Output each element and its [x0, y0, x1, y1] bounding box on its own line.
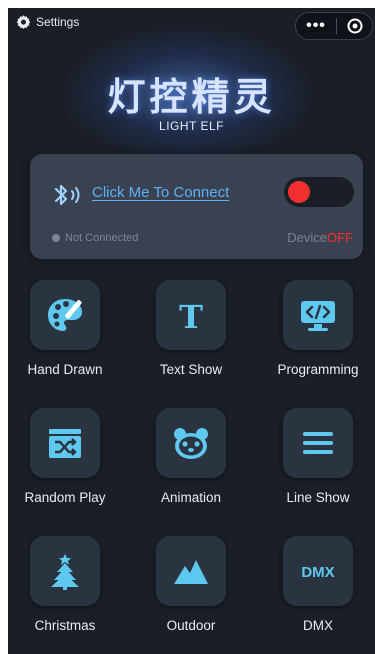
tile-icon-box [283, 280, 353, 350]
tile-text-show[interactable]: T Text Show [136, 280, 246, 392]
tile-label: Christmas [34, 618, 96, 633]
svg-text:T: T [179, 298, 203, 335]
connect-link[interactable]: Click Me To Connect [92, 184, 229, 201]
tile-icon-box [283, 408, 353, 478]
connection-card: Click Me To Connect Not Connected Device… [30, 154, 363, 259]
text-t-icon: T [179, 298, 203, 335]
tile-christmas[interactable]: Christmas [10, 536, 120, 648]
tile-label: Text Show [159, 362, 223, 377]
device-state-value: OFF [327, 230, 353, 245]
tile-icon-box [156, 536, 226, 606]
tile-random-play[interactable]: Random Play [10, 408, 120, 520]
bluetooth-icon [52, 182, 86, 208]
tile-dmx[interactable]: DMX DMX [263, 536, 373, 648]
tile-outdoor[interactable]: Outdoor [136, 536, 246, 648]
tile-hand-drawn[interactable]: Hand Drawn [10, 280, 120, 392]
tile-icon-box: T [156, 280, 226, 350]
device-state: DeviceOFF [287, 230, 353, 245]
palette-icon [48, 299, 82, 331]
tile-label: Animation [160, 490, 222, 505]
tile-label: DMX [303, 618, 333, 633]
target-circle-icon [347, 18, 362, 34]
status-dot [52, 234, 60, 242]
gear-icon [16, 15, 31, 29]
app-subtitle: LIGHT ELF [159, 119, 224, 133]
christmas-tree-icon [51, 554, 79, 590]
panda-icon [174, 428, 208, 459]
tile-label: Programming [277, 362, 359, 377]
shuffle-icon [49, 429, 81, 458]
toggle-knob [288, 181, 310, 203]
dmx-icon-text: DMX [301, 564, 334, 581]
tile-icon-box [30, 408, 100, 478]
app-screen: Settings ••• 灯控精灵 LIGHT ELF Click Me To … [8, 8, 375, 654]
tile-icon-box [156, 408, 226, 478]
connection-status: Not Connected [52, 232, 138, 244]
tile-label: Hand Drawn [27, 362, 103, 377]
tile-animation[interactable]: Animation [136, 408, 246, 520]
tile-programming[interactable]: Programming [263, 280, 373, 392]
tile-label: Line Show [286, 490, 350, 505]
tile-icon-box [30, 280, 100, 350]
dmx-icon: DMX [301, 564, 334, 581]
tile-icon-box: DMX [283, 536, 353, 606]
mountain-icon [174, 560, 208, 584]
close-button[interactable] [337, 18, 372, 34]
device-label: Device [287, 230, 327, 245]
device-power-toggle[interactable] [284, 177, 354, 207]
status-text: Not Connected [65, 232, 139, 244]
app-title: 灯控精灵 [107, 75, 276, 119]
tile-label: Random Play [24, 490, 106, 505]
tile-icon-box [30, 536, 100, 606]
tile-line-show[interactable]: Line Show [263, 408, 373, 520]
tile-label: Outdoor [166, 618, 216, 633]
lines-icon [303, 432, 333, 454]
code-monitor-icon [301, 301, 335, 331]
